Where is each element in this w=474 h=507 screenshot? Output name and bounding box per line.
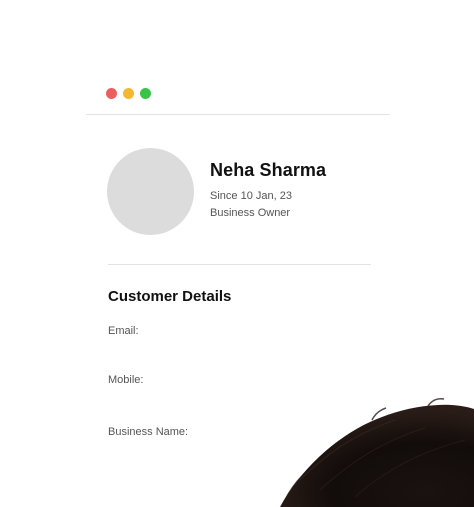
profile-since: Since 10 Jan, 23	[210, 190, 292, 202]
mobile-label: Mobile:	[108, 374, 144, 386]
window-controls	[106, 88, 151, 99]
close-window-dot[interactable]	[106, 88, 117, 99]
email-label: Email:	[108, 325, 139, 337]
header-divider	[86, 114, 390, 115]
maximize-window-dot[interactable]	[140, 88, 151, 99]
section-divider	[108, 264, 371, 265]
person-photo-image	[280, 398, 474, 507]
avatar-placeholder	[107, 148, 194, 235]
profile-name: Neha Sharma	[210, 160, 327, 180]
profile-role: Business Owner	[210, 207, 291, 219]
customer-details-title: Customer Details	[108, 288, 232, 305]
business-name-label: Business Name:	[108, 426, 189, 438]
minimize-window-dot[interactable]	[123, 88, 134, 99]
